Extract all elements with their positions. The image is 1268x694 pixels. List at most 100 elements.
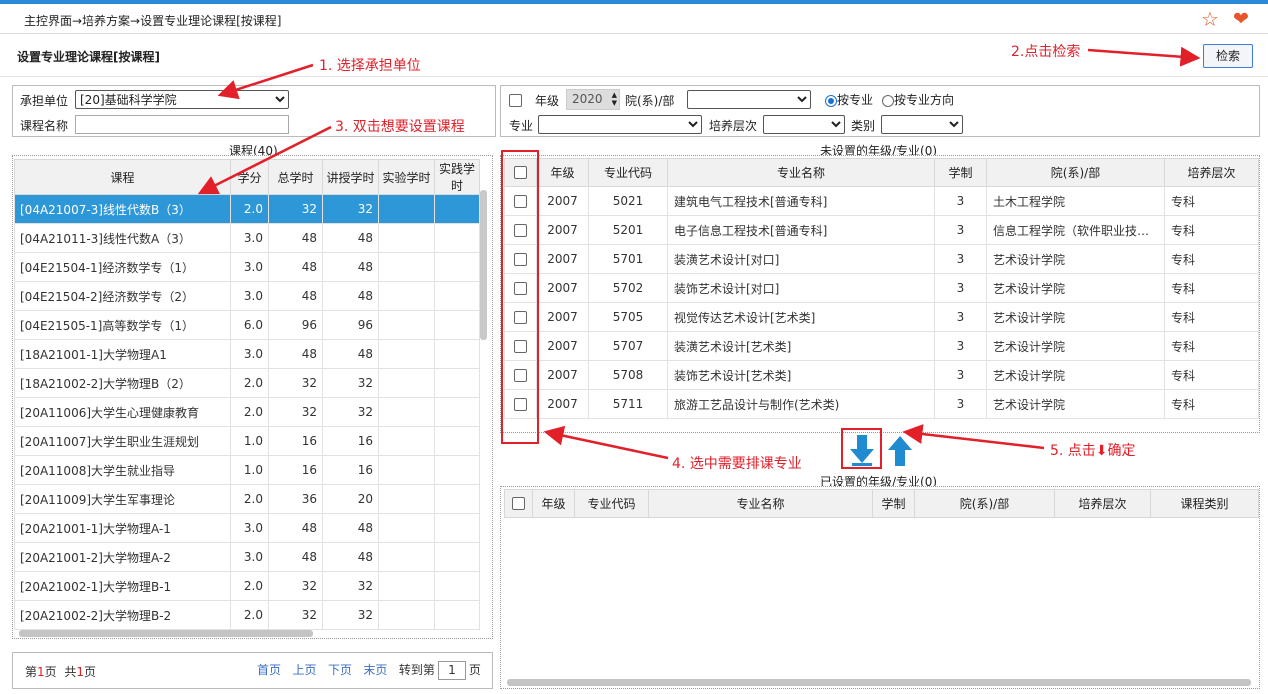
major-label: 专业 xyxy=(509,119,534,133)
unset-row[interactable]: 2007 5201 电子信息工程技术[普通专科] 3 信息工程学院（软件职业技… 专科 xyxy=(504,215,1259,245)
course-row[interactable]: [20A11007]大学生职业生涯规划 1.0 16 16 xyxy=(14,426,480,456)
course-cell xyxy=(378,571,435,601)
prev-page-link[interactable]: 上页 xyxy=(292,663,316,677)
course-vertical-scrollbar[interactable] xyxy=(480,190,487,340)
unset-cell: 2007 xyxy=(536,273,589,303)
course-row[interactable]: [20A11009]大学生军事理论 2.0 36 20 xyxy=(14,484,480,514)
radio-by-major[interactable]: 按专业 xyxy=(825,91,873,108)
unset-col-header[interactable]: 专业名称 xyxy=(667,158,935,187)
course-cell: 48 xyxy=(268,223,323,253)
unset-col-header[interactable]: 院(系)/部 xyxy=(986,158,1165,187)
course-col-header[interactable]: 课程 xyxy=(14,159,231,195)
category-select[interactable] xyxy=(881,115,963,134)
course-cell: [20A21001-2]大学物理A-2 xyxy=(14,542,231,572)
grade-spinner[interactable]: 2020 ▲ ▼ xyxy=(566,89,620,110)
set-col-header[interactable]: 课程类别 xyxy=(1150,489,1259,518)
course-row[interactable]: [04A21007-3]线性代数B（3） 2.0 32 32 xyxy=(14,194,480,224)
unset-col-header[interactable]: 培养层次 xyxy=(1164,158,1259,187)
unset-cell: 艺术设计学院 xyxy=(986,302,1165,332)
unset-cell: 专科 xyxy=(1164,186,1259,216)
radio-by-direction-icon[interactable] xyxy=(882,94,894,107)
course-cell xyxy=(378,455,435,485)
course-cell xyxy=(434,455,480,485)
course-cell xyxy=(434,397,480,427)
dept-label: 院(系)/部 xyxy=(625,94,675,108)
course-cell: 32 xyxy=(268,571,323,601)
course-row[interactable]: [04E21504-2]经济数学专（2） 3.0 48 48 xyxy=(14,281,480,311)
unset-row[interactable]: 2007 5021 建筑电气工程技术[普通专科] 3 土木工程学院 专科 xyxy=(504,186,1259,216)
set-col-header[interactable]: 专业名称 xyxy=(648,489,873,518)
unset-row[interactable]: 2007 5707 装潢艺术设计[艺术类] 3 艺术设计学院 专科 xyxy=(504,331,1259,361)
course-row[interactable]: [18A21002-2]大学物理B（2） 2.0 32 32 xyxy=(14,368,480,398)
set-select-all-checkbox[interactable] xyxy=(512,497,525,510)
course-row[interactable]: [20A21002-2]大学物理B-2 2.0 32 32 xyxy=(14,600,480,630)
course-row[interactable]: [20A11006]大学生心理健康教育 2.0 32 32 xyxy=(14,397,480,427)
course-col-header[interactable]: 实践学时 xyxy=(434,159,480,195)
course-row[interactable]: [20A21002-1]大学物理B-1 2.0 32 32 xyxy=(14,571,480,601)
goto-page-input[interactable]: 1 xyxy=(437,661,466,680)
search-button[interactable]: 检索 xyxy=(1203,44,1253,68)
course-cell xyxy=(434,252,480,282)
course-cell: 48 xyxy=(322,339,379,369)
grade-checkbox[interactable] xyxy=(509,94,522,107)
move-up-button[interactable] xyxy=(886,433,914,467)
set-col-header[interactable]: 培养层次 xyxy=(1054,489,1151,518)
next-page-link[interactable]: 下页 xyxy=(328,663,352,677)
arrow-up-icon[interactable] xyxy=(886,433,914,467)
unset-row[interactable]: 2007 5708 装饰艺术设计[艺术类] 3 艺术设计学院 专科 xyxy=(504,360,1259,390)
dept-select[interactable] xyxy=(687,90,811,109)
unset-cell: 2007 xyxy=(536,302,589,332)
set-col-header[interactable]: 学制 xyxy=(872,489,915,518)
first-page-link[interactable]: 首页 xyxy=(257,663,281,677)
set-col-header[interactable]: 年级 xyxy=(532,489,575,518)
radio-by-major-icon[interactable] xyxy=(825,94,837,107)
course-cell xyxy=(378,397,435,427)
unset-col-header[interactable]: 学制 xyxy=(934,158,987,187)
course-row[interactable]: [04E21504-1]经济数学专（1） 3.0 48 48 xyxy=(14,252,480,282)
course-row[interactable]: [04E21505-1]高等数学专（1） 6.0 96 96 xyxy=(14,310,480,340)
course-col-header[interactable]: 讲授学时 xyxy=(322,159,379,195)
unit-label: 承担单位 xyxy=(20,94,69,108)
unset-cell: 电子信息工程技术[普通专科] xyxy=(667,215,935,245)
heart-icon[interactable]: ❤ xyxy=(1233,9,1249,29)
course-cell xyxy=(434,513,480,543)
course-cell: 48 xyxy=(322,223,379,253)
course-cell xyxy=(378,339,435,369)
spinner-arrows-icon[interactable]: ▲ ▼ xyxy=(612,91,617,107)
level-select[interactable] xyxy=(763,115,845,134)
course-row[interactable]: [20A11008]大学生就业指导 1.0 16 16 xyxy=(14,455,480,485)
course-cell: 32 xyxy=(268,368,323,398)
radio-by-direction[interactable]: 按专业方向 xyxy=(882,91,954,108)
set-horizontal-scrollbar[interactable] xyxy=(507,679,1251,686)
goto-suffix: 页 xyxy=(468,663,481,677)
course-cell: 32 xyxy=(322,368,379,398)
set-select-all-checkbox-cell[interactable] xyxy=(504,489,533,518)
course-cell xyxy=(378,252,435,282)
unset-col-header[interactable]: 专业代码 xyxy=(588,158,668,187)
major-select[interactable] xyxy=(538,115,702,134)
course-col-header[interactable]: 学分 xyxy=(230,159,269,195)
course-col-header[interactable]: 总学时 xyxy=(268,159,323,195)
last-page-link[interactable]: 末页 xyxy=(363,663,387,677)
unset-cell: 2007 xyxy=(536,389,589,419)
course-name-input[interactable] xyxy=(75,115,289,134)
course-row[interactable]: [20A21001-2]大学物理A-2 3.0 48 48 xyxy=(14,542,480,572)
favorite-star-icon[interactable]: ☆ xyxy=(1201,9,1219,29)
course-col-header[interactable]: 实验学时 xyxy=(378,159,435,195)
unset-row[interactable]: 2007 5702 装饰艺术设计[对口] 3 艺术设计学院 专科 xyxy=(504,273,1259,303)
course-cell xyxy=(378,513,435,543)
course-row[interactable]: [04A21011-3]线性代数A（3） 3.0 48 48 xyxy=(14,223,480,253)
unset-row[interactable]: 2007 5701 装潢艺术设计[对口] 3 艺术设计学院 专科 xyxy=(504,244,1259,274)
unset-cell: 3 xyxy=(934,360,987,390)
course-row[interactable]: [20A21001-1]大学物理A-1 3.0 48 48 xyxy=(14,513,480,543)
unset-cell: 专科 xyxy=(1164,215,1259,245)
course-row[interactable]: [18A21001-1]大学物理A1 3.0 48 48 xyxy=(14,339,480,369)
unset-row[interactable]: 2007 5705 视觉传达艺术设计[艺术类] 3 艺术设计学院 专科 xyxy=(504,302,1259,332)
unset-col-header[interactable]: 年级 xyxy=(536,158,589,187)
set-col-header[interactable]: 院(系)/部 xyxy=(914,489,1055,518)
pager-current: 1 xyxy=(37,665,45,679)
unit-select[interactable]: [20]基础科学学院 xyxy=(75,90,289,109)
set-col-header[interactable]: 专业代码 xyxy=(574,489,649,518)
unset-row[interactable]: 2007 5711 旅游工艺品设计与制作(艺术类) 3 艺术设计学院 专科 xyxy=(504,389,1259,419)
course-horizontal-scrollbar[interactable] xyxy=(19,630,313,637)
